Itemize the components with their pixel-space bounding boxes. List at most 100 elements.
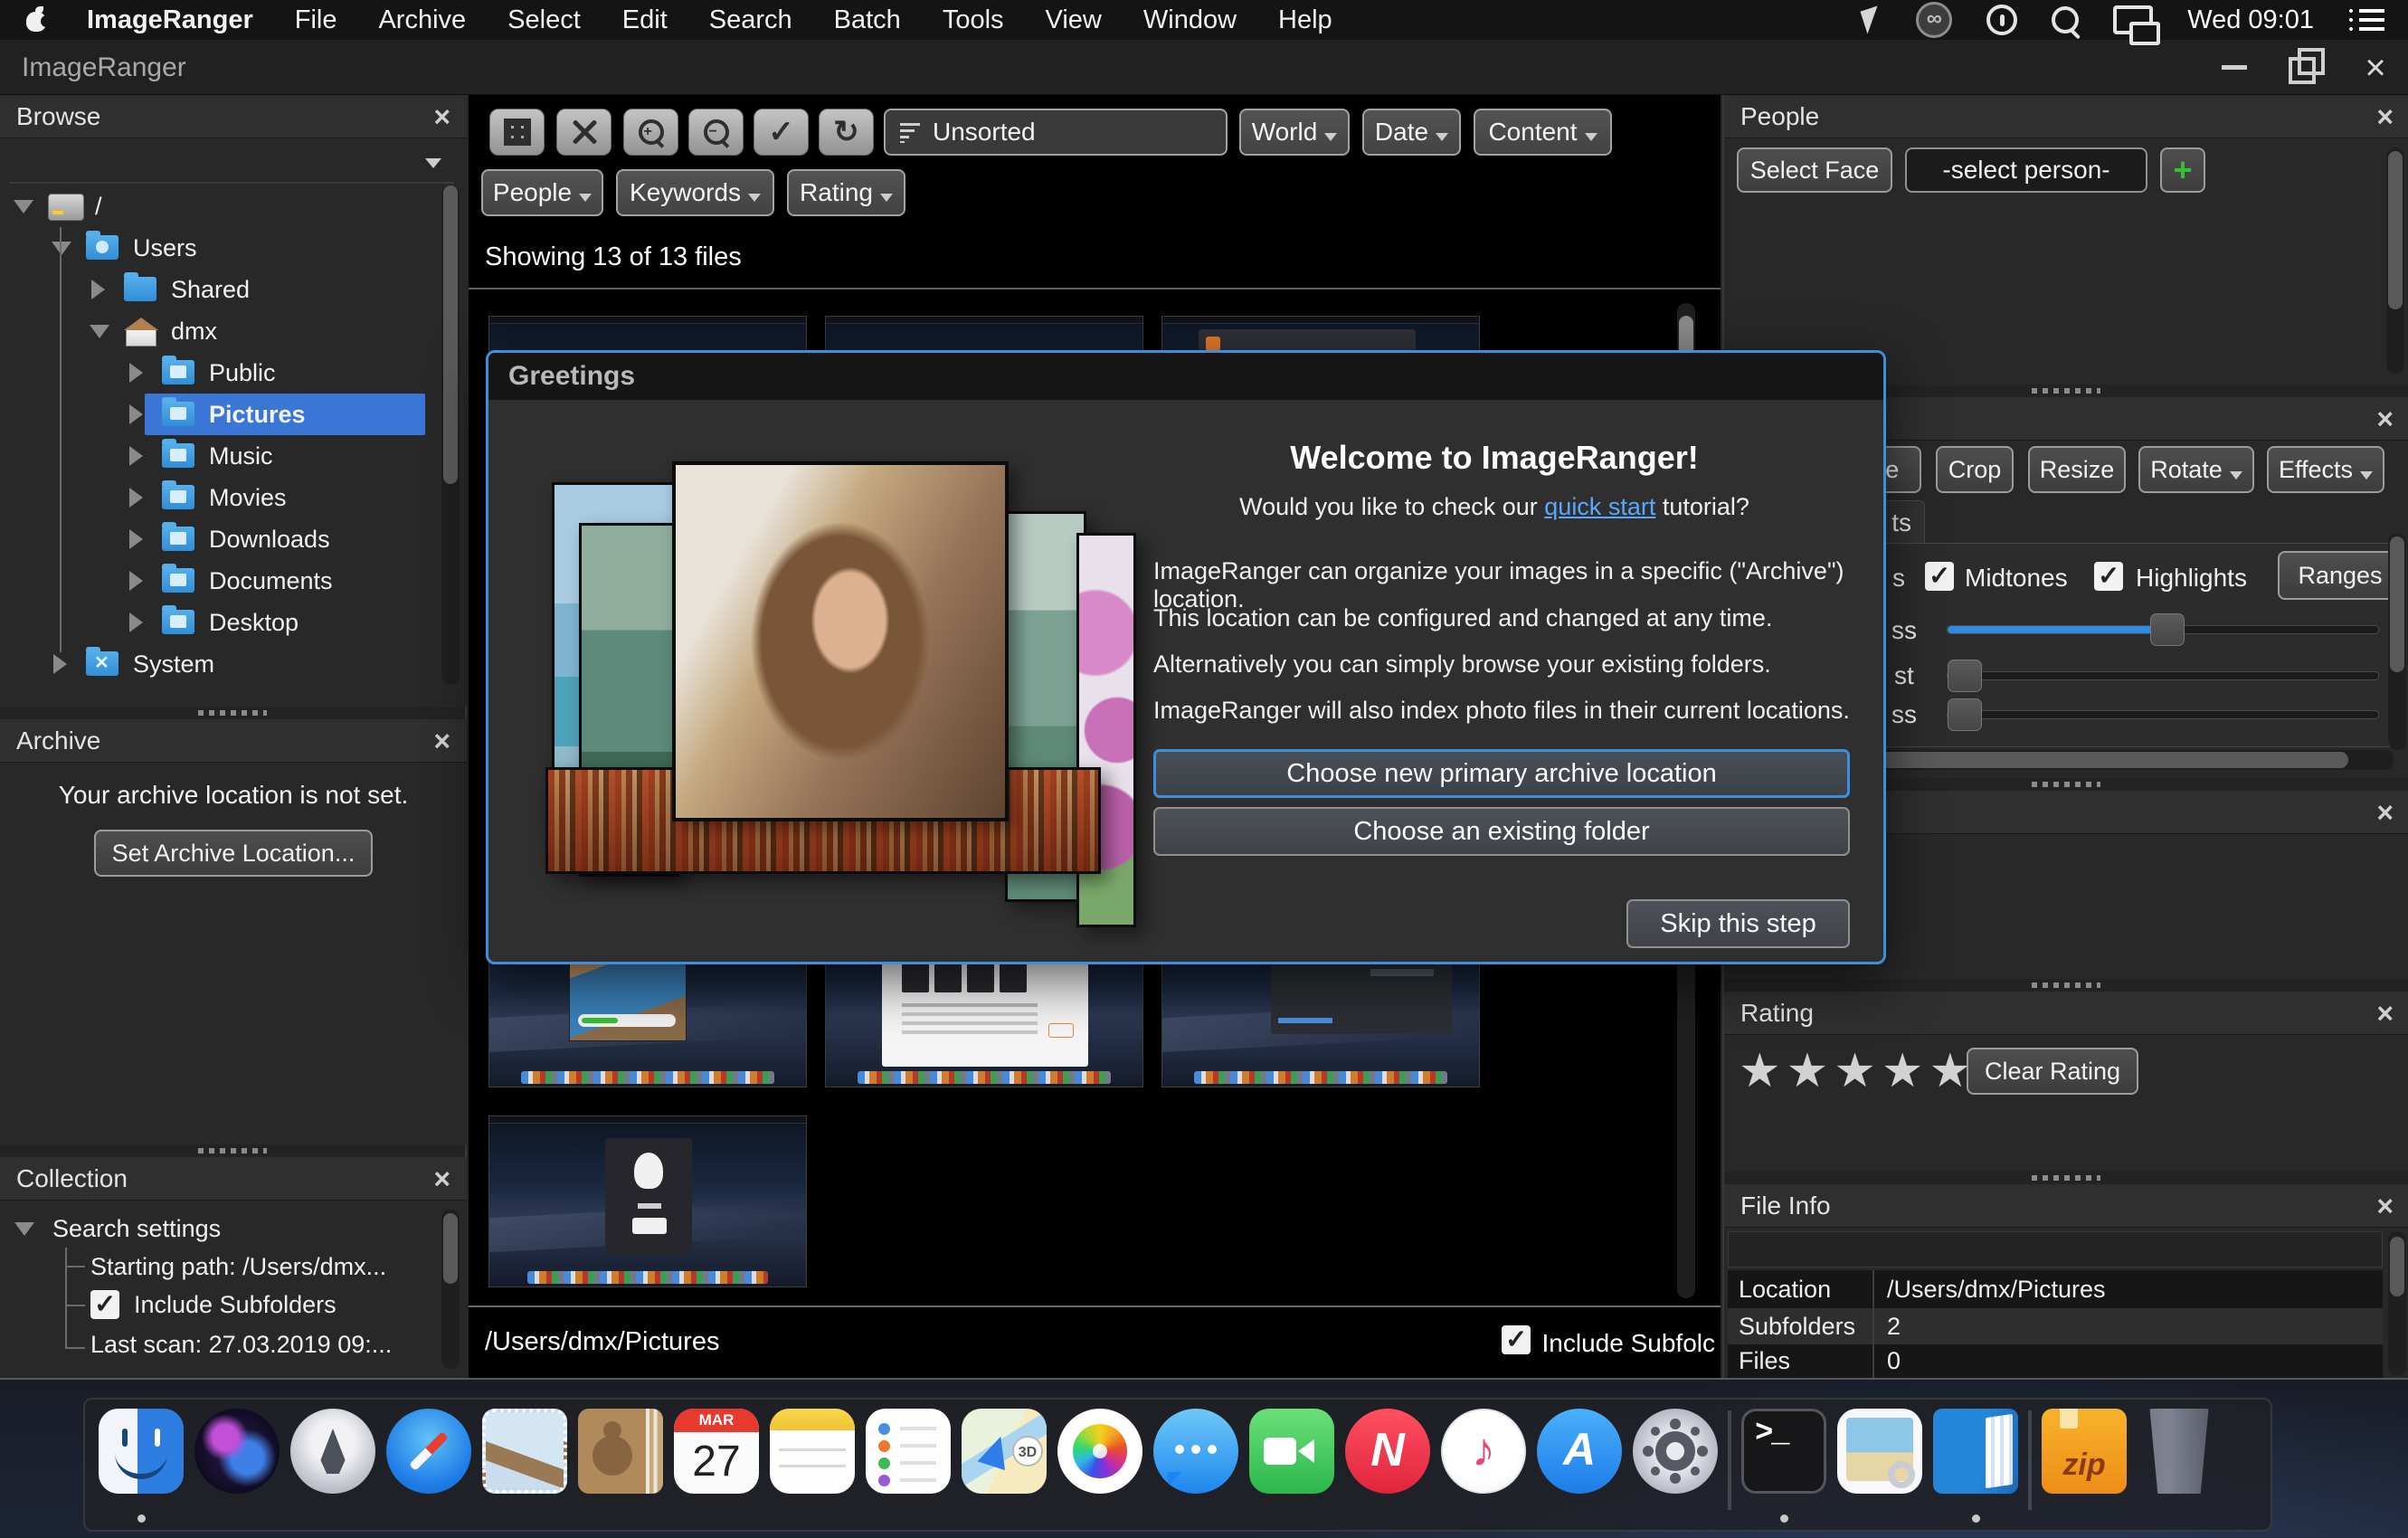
collection-search-settings[interactable]: Search settings: [0, 1210, 425, 1248]
edit-scrollbar[interactable]: [2388, 533, 2406, 750]
dock-item-system-preferences[interactable]: [1632, 1407, 1719, 1526]
star-1-icon[interactable]: ★: [1739, 1045, 1781, 1097]
displays-icon[interactable]: [2113, 5, 2161, 45]
tree-item-movies[interactable]: Movies: [0, 477, 425, 518]
dock-item-notes[interactable]: [769, 1407, 856, 1526]
quick-start-link[interactable]: quick start: [1544, 493, 1655, 520]
collection-scrollbar[interactable]: [441, 1210, 460, 1369]
include-subfolders-checkbox[interactable]: [90, 1288, 119, 1320]
collapsed-arrow-icon[interactable]: [91, 280, 105, 299]
choose-new-archive-button[interactable]: Choose new primary archive location: [1153, 749, 1850, 798]
collection-include-subfolders[interactable]: Include Subfolders: [90, 1286, 452, 1324]
tree-item-dmx[interactable]: dmx: [0, 310, 425, 352]
collapsed-arrow-icon[interactable]: [129, 488, 143, 508]
dock-item-launchpad[interactable]: [289, 1407, 376, 1526]
edit-close-icon[interactable]: ×: [2376, 404, 2394, 433]
collapsed-arrow-icon[interactable]: [53, 654, 67, 674]
grid-view-button[interactable]: [489, 109, 545, 156]
expanded-arrow-icon[interactable]: [90, 325, 109, 338]
tree-item-music[interactable]: Music: [0, 435, 425, 477]
brightness-slider-handle[interactable]: [2150, 613, 2185, 646]
tree-item-pictures[interactable]: Pictures: [0, 394, 425, 435]
menubar-clock[interactable]: Wed 09:01: [2187, 5, 2314, 35]
zoom-out-button[interactable]: −: [688, 109, 744, 156]
right-splitter-4[interactable]: [1724, 1172, 2408, 1184]
browse-scrollbar[interactable]: [441, 185, 460, 685]
dock-item-maps[interactable]: 3D: [961, 1407, 1048, 1526]
clear-rating-button[interactable]: Clear Rating: [1967, 1048, 2138, 1095]
collapsed-arrow-icon[interactable]: [129, 446, 143, 466]
menu-search[interactable]: Search: [709, 5, 792, 35]
select-button[interactable]: ✓: [754, 109, 809, 156]
lightness-slider[interactable]: [1947, 698, 2379, 731]
set-archive-location-button[interactable]: Set Archive Location...: [94, 830, 373, 877]
brightness-slider[interactable]: [1947, 613, 2379, 646]
preview-close-icon[interactable]: ×: [2376, 798, 2394, 827]
tree-item-system[interactable]: System: [0, 643, 425, 685]
file-info-close-icon[interactable]: ×: [2376, 1191, 2394, 1220]
notification-list-icon[interactable]: [2348, 8, 2384, 32]
crop-button[interactable]: Crop: [1936, 446, 2014, 493]
filter-people-button[interactable]: People: [481, 169, 603, 216]
filter-world-button[interactable]: World: [1239, 109, 1350, 156]
tree-item-root[interactable]: /: [0, 185, 425, 227]
collection-starting-path[interactable]: Starting path: /Users/dmx...: [90, 1248, 452, 1286]
right-splitter-3[interactable]: [1724, 979, 2408, 992]
lightness-slider-handle[interactable]: [1948, 698, 1982, 731]
choose-existing-folder-button[interactable]: Choose an existing folder: [1153, 807, 1850, 856]
people-scrollbar[interactable]: [2386, 147, 2404, 374]
tree-item-documents[interactable]: Documents: [0, 560, 425, 602]
sidebar-splitter-2[interactable]: [0, 1144, 465, 1157]
dock-item-facetime[interactable]: [1248, 1407, 1335, 1526]
zoom-in-button[interactable]: +: [623, 109, 678, 156]
filter-keywords-button[interactable]: Keywords: [616, 169, 774, 216]
collapsed-arrow-icon[interactable]: [129, 571, 143, 591]
tree-item-shared[interactable]: Shared: [0, 269, 425, 310]
filter-content-button[interactable]: Content: [1474, 109, 1612, 156]
dock-item-zip[interactable]: zip: [2041, 1407, 2128, 1526]
archive-close-icon[interactable]: ×: [433, 726, 450, 755]
thumbnail[interactable]: [488, 1116, 807, 1287]
minimize-button[interactable]: [2214, 48, 2254, 88]
filter-rating-button[interactable]: Rating: [787, 169, 905, 216]
menu-archive[interactable]: Archive: [378, 5, 466, 35]
dock-item-reminders[interactable]: [865, 1407, 952, 1526]
dock-item-preview[interactable]: [1836, 1407, 1923, 1526]
menu-tools[interactable]: Tools: [943, 5, 1004, 35]
dock-item-finder[interactable]: [98, 1407, 185, 1526]
resize-button[interactable]: Resize: [2028, 446, 2126, 493]
add-person-button[interactable]: +: [2160, 147, 2205, 193]
star-4-icon[interactable]: ★: [1882, 1045, 1924, 1097]
dock-item-siri[interactable]: [194, 1407, 280, 1526]
menu-select[interactable]: Select: [507, 5, 581, 35]
menu-help[interactable]: Help: [1278, 5, 1332, 35]
onepassword-icon[interactable]: [1986, 5, 2018, 35]
effects-button[interactable]: Effects: [2267, 446, 2384, 493]
highlights-checkbox[interactable]: [2094, 560, 2123, 592]
contrast-slider-handle[interactable]: [1948, 660, 1982, 692]
expanded-arrow-icon[interactable]: [14, 1222, 34, 1236]
tree-item-users[interactable]: Users: [0, 227, 425, 269]
collection-close-icon[interactable]: ×: [433, 1164, 450, 1193]
tree-item-public[interactable]: Public: [0, 352, 425, 394]
collection-last-scan[interactable]: Last scan: 27.03.2019 09:...: [90, 1325, 452, 1363]
dock-item-trash[interactable]: [2137, 1407, 2223, 1526]
tree-item-downloads[interactable]: Downloads: [0, 518, 425, 560]
fullscreen-button[interactable]: [556, 109, 611, 156]
rotate-button[interactable]: Rotate: [2138, 446, 2254, 493]
dock-item-appstore[interactable]: A: [1536, 1407, 1623, 1526]
dock-item-calendar[interactable]: MAR 27: [673, 1407, 760, 1526]
sidebar-splitter-1[interactable]: [0, 707, 465, 719]
select-person-dropdown[interactable]: -select person-: [1905, 147, 2147, 193]
star-5-icon[interactable]: ★: [1929, 1045, 1972, 1097]
include-subfolders-bottom-checkbox[interactable]: [1502, 1324, 1531, 1355]
midtones-checkbox[interactable]: [1925, 560, 1954, 592]
dock-item-itunes[interactable]: ♪: [1440, 1407, 1527, 1526]
rating-close-icon[interactable]: ×: [2376, 999, 2394, 1028]
people-close-icon[interactable]: ×: [2376, 102, 2394, 131]
select-face-button[interactable]: Select Face: [1737, 147, 1892, 193]
sort-dropdown[interactable]: Unsorted: [884, 109, 1228, 156]
dock-item-contacts[interactable]: [577, 1407, 664, 1526]
dock-item-terminal[interactable]: >_: [1740, 1407, 1827, 1526]
tree-item-desktop[interactable]: Desktop: [0, 602, 425, 643]
